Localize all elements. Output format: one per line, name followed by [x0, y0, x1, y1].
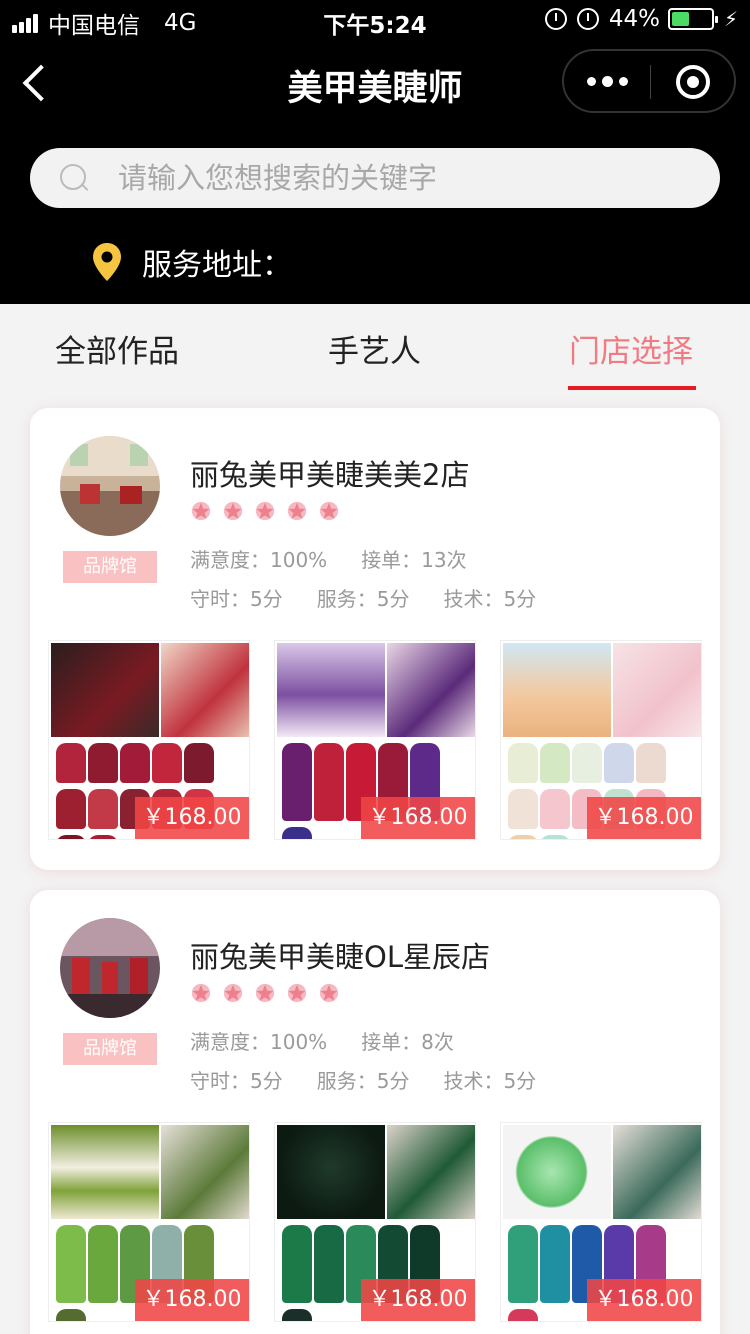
search-bar[interactable] — [30, 148, 720, 208]
skill-stat: 技术：5分 — [443, 1069, 537, 1093]
star-icon — [254, 500, 276, 522]
star-icon — [222, 982, 244, 1004]
service-stat: 服务：5分 — [316, 1069, 410, 1093]
product-item[interactable]: ￥168.00 — [48, 1122, 250, 1322]
shop-name: 丽兔美甲美睫OL星辰店 — [190, 940, 490, 974]
capsule-divider — [650, 65, 651, 99]
product-price: ￥168.00 — [361, 797, 475, 839]
star-icon — [190, 500, 212, 522]
satisfaction-stat: 满意度：100% — [190, 548, 328, 572]
product-list: ￥168.00 ￥168.00 ￥168.00 — [48, 640, 702, 840]
product-image — [613, 643, 701, 737]
product-item[interactable]: ￥168.00 — [500, 1122, 702, 1322]
tab-artisans[interactable]: 手艺人 — [328, 326, 421, 371]
stats-row-1: 满意度：100% 接单：8次 — [190, 1026, 488, 1055]
product-image — [51, 643, 159, 737]
satisfaction-stat: 满意度：100% — [190, 1030, 328, 1054]
product-image — [503, 643, 611, 737]
product-image — [387, 643, 475, 737]
product-price: ￥168.00 — [587, 797, 701, 839]
star-icon — [254, 982, 276, 1004]
star-icon — [286, 500, 308, 522]
rating-stars — [190, 982, 350, 1004]
product-image — [161, 1125, 249, 1219]
battery-percent: 44% — [608, 6, 660, 32]
mini-program-capsule — [562, 49, 736, 113]
product-image — [503, 1125, 611, 1219]
active-tab-indicator — [568, 386, 696, 390]
product-image — [161, 643, 249, 737]
product-image — [277, 1125, 385, 1219]
product-item[interactable]: ￥168.00 — [500, 640, 702, 840]
close-mini-program-icon[interactable] — [676, 65, 710, 99]
skill-stat: 技术：5分 — [443, 587, 537, 611]
battery-icon — [667, 8, 718, 30]
shop-avatar — [60, 436, 160, 536]
product-image — [277, 643, 385, 737]
search-input[interactable] — [118, 161, 678, 195]
status-bar: 中国电信 4G 下午5:24 44% ⚡ — [0, 0, 750, 40]
product-image — [387, 1125, 475, 1219]
star-icon — [222, 500, 244, 522]
search-icon — [60, 164, 88, 192]
product-list: ￥168.00 ￥168.00 ￥168.00 — [48, 1122, 702, 1322]
charging-icon: ⚡ — [723, 7, 738, 31]
orientation-lock-icon — [544, 8, 567, 30]
rating-stars — [190, 500, 350, 522]
product-price: ￥168.00 — [587, 1279, 701, 1321]
brand-badge: 品牌馆 — [63, 551, 157, 583]
tab-bar: 全部作品 手艺人 门店选择 — [0, 304, 750, 404]
service-address-label: 服务地址： — [142, 248, 292, 283]
stats-row-1: 满意度：100% 接单：13次 — [190, 544, 501, 573]
shop-name: 丽兔美甲美睫美美2店 — [190, 458, 470, 492]
star-icon — [190, 982, 212, 1004]
tab-all-works[interactable]: 全部作品 — [55, 326, 179, 371]
product-image — [51, 1125, 159, 1219]
star-icon — [318, 500, 340, 522]
stats-row-2: 守时：5分 服务：5分 技术：5分 — [190, 1065, 570, 1094]
product-image — [613, 1125, 701, 1219]
product-item[interactable]: ￥168.00 — [274, 1122, 476, 1322]
stats-row-2: 守时：5分 服务：5分 技术：5分 — [190, 583, 570, 612]
alarm-icon — [576, 8, 599, 30]
nav-bar: 美甲美睫师 — [0, 40, 750, 128]
shop-card[interactable]: 品牌馆 丽兔美甲美睫美美2店 满意度：100% 接单：13次 守时：5分 服务：… — [30, 408, 720, 870]
punctuality-stat: 守时：5分 — [190, 1069, 283, 1093]
more-icon[interactable] — [564, 51, 650, 111]
product-item[interactable]: ￥168.00 — [274, 640, 476, 840]
star-icon — [318, 982, 340, 1004]
product-price: ￥168.00 — [361, 1279, 475, 1321]
product-price: ￥168.00 — [135, 797, 249, 839]
punctuality-stat: 守时：5分 — [190, 587, 283, 611]
product-price: ￥168.00 — [135, 1279, 249, 1321]
product-item[interactable]: ￥168.00 — [48, 640, 250, 840]
header-area: 服务地址： — [0, 128, 750, 304]
tab-store-select[interactable]: 门店选择 — [569, 326, 693, 371]
service-stat: 服务：5分 — [316, 587, 410, 611]
service-address[interactable]: 服务地址： — [92, 240, 292, 284]
brand-badge: 品牌馆 — [63, 1033, 157, 1065]
orders-stat: 接单：13次 — [361, 548, 467, 572]
orders-stat: 接单：8次 — [361, 1030, 454, 1054]
star-icon — [286, 982, 308, 1004]
shop-avatar — [60, 918, 160, 1018]
shop-card[interactable]: 品牌馆 丽兔美甲美睫OL星辰店 满意度：100% 接单：8次 守时：5分 服务：… — [30, 890, 720, 1334]
location-pin-icon — [92, 242, 122, 282]
